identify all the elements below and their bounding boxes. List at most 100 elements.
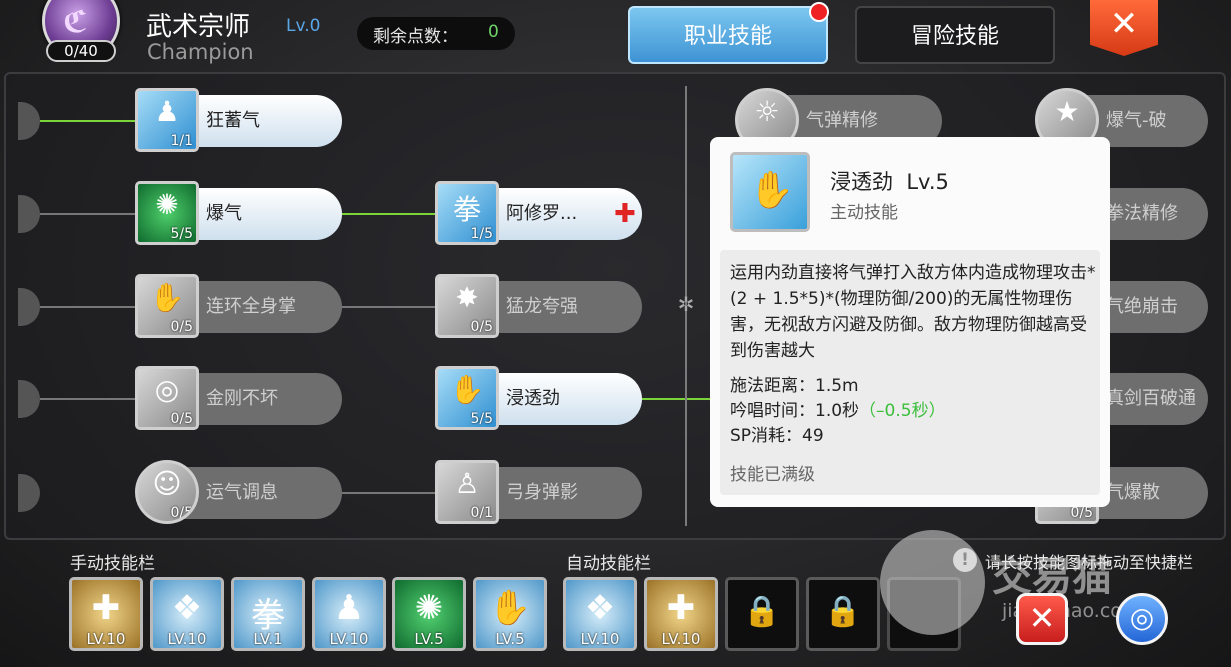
figure-icon: ♟	[154, 95, 180, 128]
notification-dot	[809, 2, 829, 22]
shield-figure-icon: ◎	[154, 373, 180, 406]
manual-bar-label: 手动技能栏	[70, 554, 155, 574]
skill-screen: { "header": { "job_name": "武术宗师", "job_l…	[0, 0, 1231, 667]
tab-job-skills[interactable]: 职业技能	[628, 6, 828, 64]
skill-name: 运气调息	[206, 482, 278, 503]
skill-name: 气爆散	[1106, 482, 1160, 503]
skill-count: 0/5	[170, 505, 193, 521]
slot-level: LV.5	[495, 630, 525, 648]
slot-level: LV.10	[167, 630, 207, 648]
skill-count: 0/1	[470, 505, 493, 521]
tree-connector	[640, 398, 715, 400]
meditation-icon: ☺	[152, 467, 182, 500]
skill-icon[interactable]: ✸ 0/5	[435, 274, 499, 338]
slot-level: LV.5	[414, 630, 444, 648]
tooltip-level: Lv.5	[906, 170, 949, 194]
lock-icon: 🔒	[743, 594, 781, 629]
fist-glyph-icon: 拳	[452, 193, 481, 226]
job-title: 武术宗师	[146, 12, 251, 42]
rune-icon: ❖	[584, 588, 616, 628]
manual-slot[interactable]: ✚ LV.10	[69, 577, 143, 651]
cancel-button[interactable]: ✕	[1016, 593, 1068, 645]
tree-connector	[340, 306, 440, 308]
skill-name: 爆气-破	[1106, 110, 1167, 131]
close-button[interactable]: ✕	[1090, 0, 1158, 56]
skill-name: 连环全身掌	[206, 296, 296, 317]
manual-slot[interactable]: ❖ LV.10	[150, 577, 224, 651]
skill-name: 气弹精修	[806, 110, 878, 131]
palm-strike-icon: ✋	[449, 373, 485, 406]
job-level-count: 0/40	[46, 40, 116, 62]
skill-name: 阿修罗...	[506, 203, 578, 224]
rune-icon: ❖	[171, 588, 203, 628]
skill-name: 真剑百破通	[1106, 388, 1196, 409]
slot-level: LV.10	[580, 630, 620, 648]
skill-count: 5/5	[170, 226, 193, 242]
chant-time-text: 吟唱时间：1.0秒	[730, 401, 860, 421]
skill-count: 0/5	[470, 319, 493, 335]
heart-plus-icon: ✚	[91, 588, 121, 628]
job-title-en: Champion	[147, 40, 254, 64]
tooltip-skill-icon: ✋	[730, 152, 810, 232]
palm-icon: ✋	[149, 281, 185, 314]
manual-slot[interactable]: ✋ LV.5	[473, 577, 547, 651]
auto-bar-label: 自动技能栏	[566, 554, 651, 574]
skill-count: 5/5	[470, 411, 493, 427]
tab-adventure-skills[interactable]: 冒险技能	[855, 6, 1055, 64]
points-label: 剩余点数：	[373, 27, 458, 47]
auto-slot[interactable]: ❖ LV.10	[563, 577, 637, 651]
skill-icon[interactable]: ♙ 0/1	[435, 460, 499, 524]
slot-level: LV.1	[253, 630, 283, 648]
skill-icon[interactable]: ✋ 5/5	[435, 366, 499, 430]
auto-slot-locked[interactable]: 🔒	[806, 577, 880, 651]
skill-name: 猛龙夸强	[506, 296, 578, 317]
tooltip-sp-cost: SP消耗：49	[730, 426, 824, 446]
skill-count: 0/5	[170, 411, 193, 427]
skill-tooltip: ✋ 浸透劲 Lv.5 主动技能 运用内劲直接将气弹打入敌方体内造成物理攻击*(2…	[710, 137, 1110, 507]
skill-icon[interactable]: ♟ 1/1	[135, 88, 199, 152]
skill-icon[interactable]: ✋ 0/5	[135, 274, 199, 338]
skill-name: 弓身弹影	[506, 482, 578, 503]
slot-level: LV.10	[329, 630, 369, 648]
tooltip-cast-range: 施法距离：1.5m	[730, 376, 859, 396]
palm-strike-icon: ✋	[749, 170, 794, 211]
tree-connector	[40, 120, 140, 122]
skill-icon[interactable]: ◎ 0/5	[135, 366, 199, 430]
tree-connector	[340, 492, 440, 494]
heart-plus-icon: ✚	[666, 588, 696, 628]
tooltip-maxed: 技能已满级	[730, 465, 815, 485]
slot-level: LV.10	[661, 630, 701, 648]
skill-icon[interactable]: ✺ 5/5	[135, 181, 199, 245]
tooltip-description: 运用内劲直接将气弹打入敌方体内造成物理攻击*(2 + 1.5*5)*(物理防御/…	[730, 263, 1096, 361]
skill-icon[interactable]: 拳 1/5	[435, 181, 499, 245]
auto-slot[interactable]: ✚ LV.10	[644, 577, 718, 651]
star-figure-icon: ★	[1054, 95, 1080, 128]
manual-slot[interactable]: ✺ LV.5	[392, 577, 466, 651]
cat-logo-icon	[880, 530, 985, 635]
skill-name: 狂蓄气	[206, 110, 260, 131]
add-point-icon[interactable]: ✚	[614, 201, 636, 227]
tooltip-skill-name: 浸透劲 Lv.5	[830, 166, 949, 196]
sun-icon: ☼	[754, 95, 780, 128]
skill-name: 爆气	[206, 203, 242, 224]
divider-gear-icon: ✲	[677, 292, 695, 316]
palm-strike-icon: ✋	[488, 588, 532, 628]
skill-name: 拳法精修	[1106, 203, 1178, 224]
confirm-button[interactable]: ◎	[1116, 593, 1168, 645]
burst-icon: ✸	[455, 281, 479, 314]
chant-bonus: （–0.5秒）	[859, 401, 946, 421]
skill-count: 0/5	[1070, 505, 1093, 521]
tree-connector	[40, 398, 140, 400]
skill-name: 金刚不坏	[206, 388, 278, 409]
tree-connector	[340, 213, 440, 215]
auto-slot-locked[interactable]: 🔒	[725, 577, 799, 651]
tooltip-chant-time: 吟唱时间：1.0秒（–0.5秒）	[730, 396, 946, 421]
lock-icon: 🔒	[824, 594, 862, 629]
slot-level: LV.10	[86, 630, 126, 648]
skill-icon[interactable]: ☺ 0/5	[135, 460, 199, 524]
job-level: Lv.0	[286, 16, 321, 36]
tooltip-skill-type: 主动技能	[830, 203, 898, 223]
manual-slot[interactable]: 拳 LV.1	[231, 577, 305, 651]
manual-slot[interactable]: ♟ LV.10	[312, 577, 386, 651]
tree-connector	[40, 306, 140, 308]
